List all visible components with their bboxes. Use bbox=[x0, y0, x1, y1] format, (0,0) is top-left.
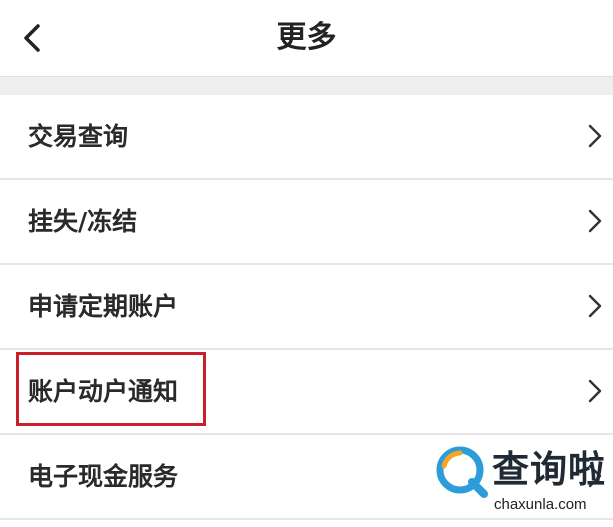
menu-item-label: 交易查询 bbox=[28, 122, 129, 151]
magnifier-logo-icon bbox=[436, 446, 488, 498]
menu-item-label: 电子现金服务 bbox=[28, 462, 179, 491]
menu-item-report-loss-freeze[interactable]: 挂失/冻结 bbox=[0, 180, 613, 265]
section-divider bbox=[0, 76, 613, 95]
chevron-right-icon bbox=[588, 124, 602, 148]
watermark: 查询啦 chaxunla.com bbox=[432, 440, 613, 527]
watermark-domain: chaxunla.com bbox=[494, 496, 587, 513]
menu-item-label: 账户动户通知 bbox=[28, 377, 179, 406]
chevron-right-icon bbox=[588, 294, 602, 318]
menu-item-transaction-query[interactable]: 交易查询 bbox=[0, 95, 613, 180]
menu-item-label: 申请定期账户 bbox=[28, 292, 179, 321]
navigation-bar: 更多 bbox=[0, 0, 613, 76]
chevron-right-icon bbox=[588, 209, 602, 233]
chevron-right-icon bbox=[588, 379, 602, 403]
page-title: 更多 bbox=[276, 20, 337, 55]
menu-item-account-activity-notification[interactable]: 账户动户通知 bbox=[0, 350, 613, 435]
menu-item-apply-fixed-account[interactable]: 申请定期账户 bbox=[0, 265, 613, 350]
menu-item-label: 挂失/冻结 bbox=[28, 207, 138, 236]
watermark-name: 查询啦 bbox=[492, 448, 606, 491]
